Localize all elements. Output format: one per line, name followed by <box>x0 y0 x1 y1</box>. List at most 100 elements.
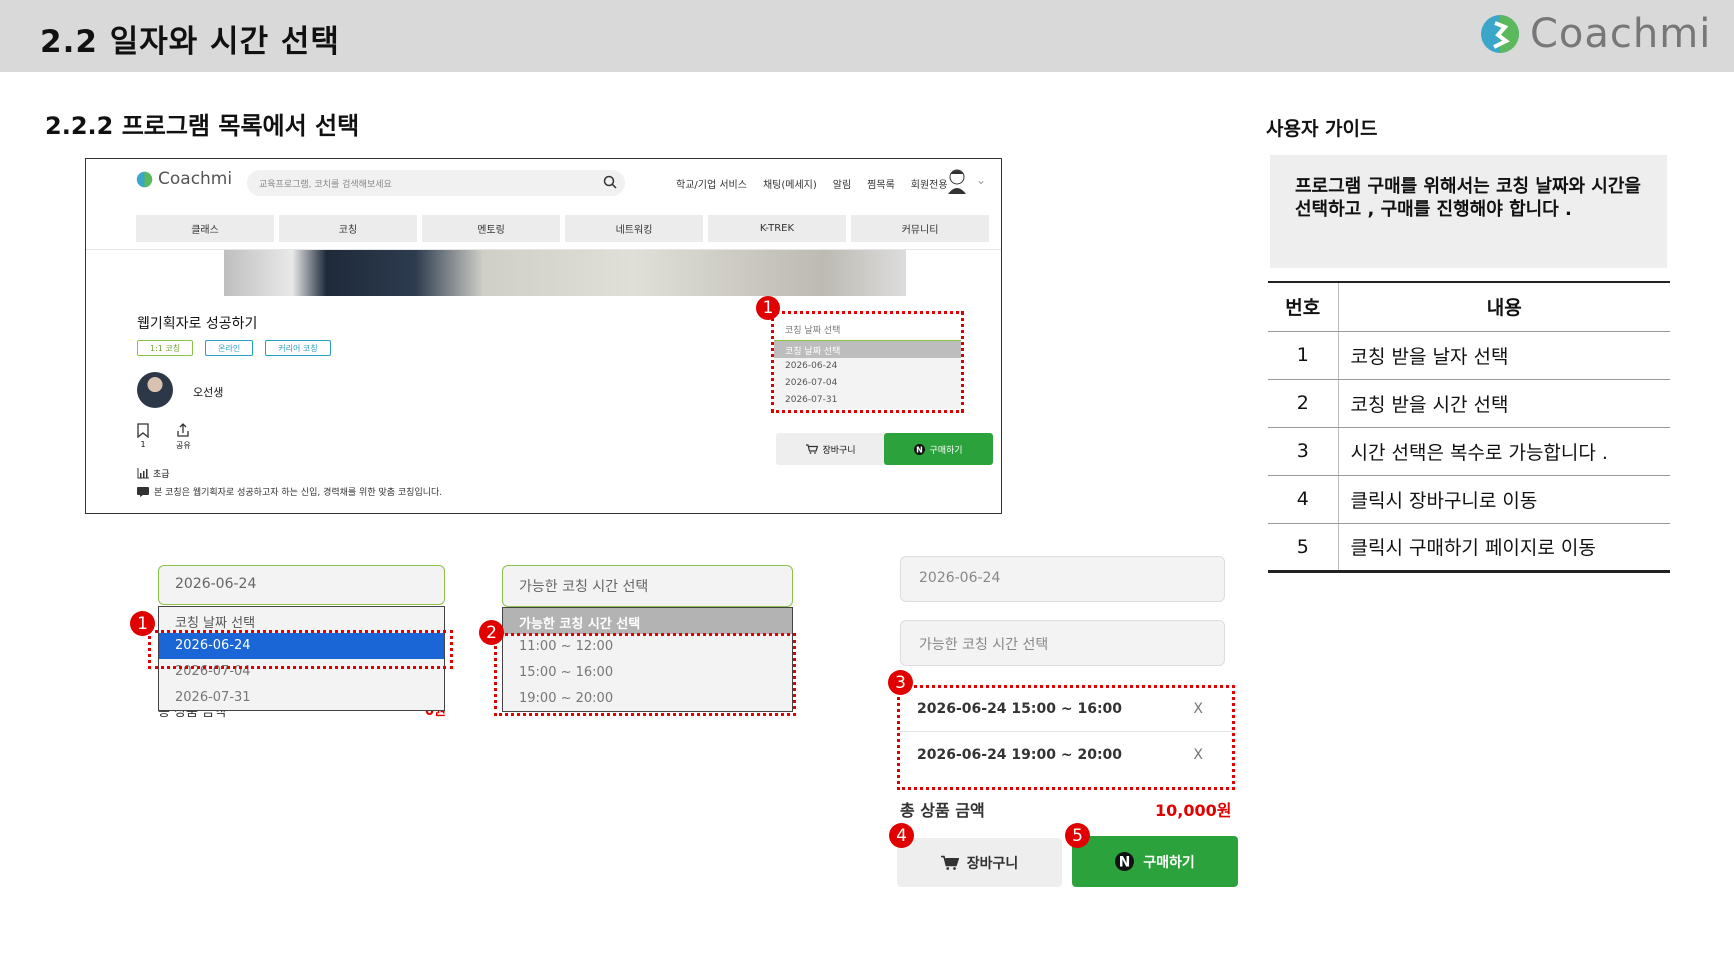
row-text: 클릭시 장바구니로 이동 <box>1338 475 1670 524</box>
badge-type: 1:1 코칭 <box>137 340 194 356</box>
bookmark-button[interactable]: 1 <box>137 423 149 449</box>
table-row: 2 코칭 받을 시간 선택 <box>1268 379 1670 428</box>
brand-logo: Coachmi <box>1480 10 1711 58</box>
guide-table: 번호 내용 1 코칭 받을 날자 선택 2 코칭 받을 시간 선택 3 시간 선택은 … <box>1268 281 1670 573</box>
chevron-down-icon[interactable]: ⌄ <box>976 173 986 187</box>
nav-business[interactable]: 학교/기업 서비스 <box>676 176 747 191</box>
tab-community[interactable]: 커뮤니티 <box>851 215 989 242</box>
row-text: 클릭시 구매하기 페이지로 이동 <box>1338 523 1670 573</box>
naver-pay-icon: N <box>1115 852 1135 871</box>
total-price-value: 10,000원 <box>1155 801 1232 820</box>
nav-chat[interactable]: 채팅(메세지) <box>763 176 817 191</box>
tab-ktrek[interactable]: K-TREK <box>708 215 846 242</box>
program-title: 웹기획자로 성공하기 <box>137 316 258 332</box>
site-screenshot: Coachmi 교육프로그램, 코치를 검색해보세요 학교/기업 서비스 채팅(… <box>85 158 1002 514</box>
highlight-box <box>897 685 1235 790</box>
nav-members[interactable]: 회원전용 <box>911 176 948 191</box>
cart-icon <box>806 444 819 454</box>
buy-label: 구매하기 <box>1143 854 1195 871</box>
coachmi-logo-icon <box>1481 15 1519 53</box>
step-marker: 1 <box>756 296 780 320</box>
cart-label: 장바구니 <box>822 445 856 456</box>
site-tabs: 클래스 코칭 멘토링 네트워킹 K-TREK 커뮤니티 <box>136 215 989 242</box>
svg-text:N: N <box>917 445 924 454</box>
teacher-avatar <box>137 372 173 408</box>
tab-class[interactable]: 클래스 <box>136 215 274 242</box>
cart-button[interactable]: 장바구니 <box>897 838 1062 887</box>
step-marker: 2 <box>479 620 504 645</box>
step-marker: 1 <box>130 611 155 636</box>
row-number: 2 <box>1268 379 1339 428</box>
table-row: 1 코칭 받을 날자 선택 <box>1268 331 1670 380</box>
cart-label: 장바구니 <box>966 855 1019 872</box>
guide-table-header: 번호 내용 <box>1268 281 1670 332</box>
guide-note: 프로그램 구매를 위해서는 코칭 날짜와 시간을 선택하고 , 구매를 진행해야… <box>1270 155 1667 268</box>
bookmark-icon <box>137 423 149 439</box>
tab-coaching[interactable]: 코칭 <box>279 215 417 242</box>
share-label: 공유 <box>176 441 191 450</box>
badge-online: 온라인 <box>205 340 254 356</box>
table-row: 5 클릭시 구매하기 페이지로 이동 <box>1268 523 1670 573</box>
cart-icon <box>940 855 959 870</box>
svg-text:N: N <box>1119 854 1131 870</box>
teacher-name: 오선생 <box>193 386 224 399</box>
row-text: 시간 선택은 복수로 가능합니다 . <box>1338 427 1670 476</box>
col-content: 내용 <box>1338 281 1670 332</box>
nav-wishlist[interactable]: 찜목록 <box>867 176 895 191</box>
tab-networking[interactable]: 네트워킹 <box>565 215 703 242</box>
date-select-field[interactable]: 2026-06-24 <box>158 565 445 605</box>
share-icon <box>177 423 190 437</box>
highlight-box <box>771 311 964 413</box>
level-info: 초급 <box>137 467 170 480</box>
badge-career: 커리어 코칭 <box>265 340 331 356</box>
row-text: 코칭 받을 시간 선택 <box>1338 379 1670 428</box>
buy-button[interactable]: N 구매하기 <box>1072 836 1238 887</box>
date-select-field[interactable]: 2026-06-24 <box>900 556 1225 602</box>
highlight-box <box>494 633 796 716</box>
time-option-header[interactable]: 가능한 코칭 시간 선택 <box>503 608 792 634</box>
buy-label: 구매하기 <box>929 445 963 456</box>
chart-icon <box>137 468 149 479</box>
step-marker: 3 <box>888 670 913 695</box>
row-number: 5 <box>1268 523 1339 573</box>
program-banner-image <box>224 250 906 296</box>
total-price-label: 총 상품 금액 <box>900 801 985 820</box>
program-badges: 1:1 코칭 온라인 커리어 코칭 <box>137 340 331 356</box>
logo-text: Coachmi <box>1530 11 1712 57</box>
row-number: 4 <box>1268 475 1339 524</box>
search-placeholder: 교육프로그램, 코치를 검색해보세요 <box>259 180 392 190</box>
level-label: 초급 <box>153 470 170 480</box>
site-logo-text: Coachmi <box>158 169 233 189</box>
date-option[interactable]: 2026-07-31 <box>159 685 444 711</box>
row-number: 1 <box>1268 331 1339 380</box>
row-number: 3 <box>1268 427 1339 476</box>
nav-alerts[interactable]: 알림 <box>833 176 851 191</box>
site-top-nav: 학교/기업 서비스 채팅(메세지) 알림 찜목록 회원전용 <box>676 176 948 191</box>
site-search-input[interactable]: 교육프로그램, 코치를 검색해보세요 <box>247 170 625 196</box>
site-cart-button[interactable]: 장바구니 <box>776 433 886 465</box>
highlight-box <box>148 630 453 669</box>
search-icon[interactable] <box>603 175 617 189</box>
share-button[interactable]: 공유 <box>176 423 191 451</box>
section-subtitle: 2.2.2 프로그램 목록에서 선택 <box>45 112 360 140</box>
bookmark-count: 1 <box>140 440 146 449</box>
time-select-field[interactable]: 가능한 코칭 시간 선택 <box>900 620 1225 666</box>
description-text: 본 코칭은 웹기획자로 성공하고자 하는 신입, 경력채를 위한 맞춤 코칭입니… <box>154 488 443 498</box>
page-title: 2.2 일자와 시간 선택 <box>40 24 340 60</box>
coachmi-logo-icon <box>136 171 153 187</box>
site-buy-button[interactable]: N 구매하기 <box>884 433 993 465</box>
user-avatar-icon[interactable] <box>946 168 968 194</box>
step-marker: 4 <box>889 823 914 848</box>
guide-heading: 사용자 가이드 <box>1266 118 1378 140</box>
message-icon <box>137 486 149 497</box>
step-marker: 5 <box>1065 823 1090 848</box>
naver-pay-icon: N <box>914 443 926 455</box>
row-text: 코칭 받을 날자 선택 <box>1338 331 1670 380</box>
col-number: 번호 <box>1268 281 1339 332</box>
tab-mentoring[interactable]: 멘토링 <box>422 215 560 242</box>
table-row: 3 시간 선택은 복수로 가능합니다 . <box>1268 427 1670 476</box>
table-row: 4 클릭시 장바구니로 이동 <box>1268 475 1670 524</box>
time-select-field[interactable]: 가능한 코칭 시간 선택 <box>502 565 793 607</box>
program-description: 본 코칭은 웹기획자로 성공하고자 하는 신입, 경력채를 위한 맞춤 코칭입니… <box>137 485 442 498</box>
site-logo[interactable]: Coachmi <box>136 169 232 189</box>
